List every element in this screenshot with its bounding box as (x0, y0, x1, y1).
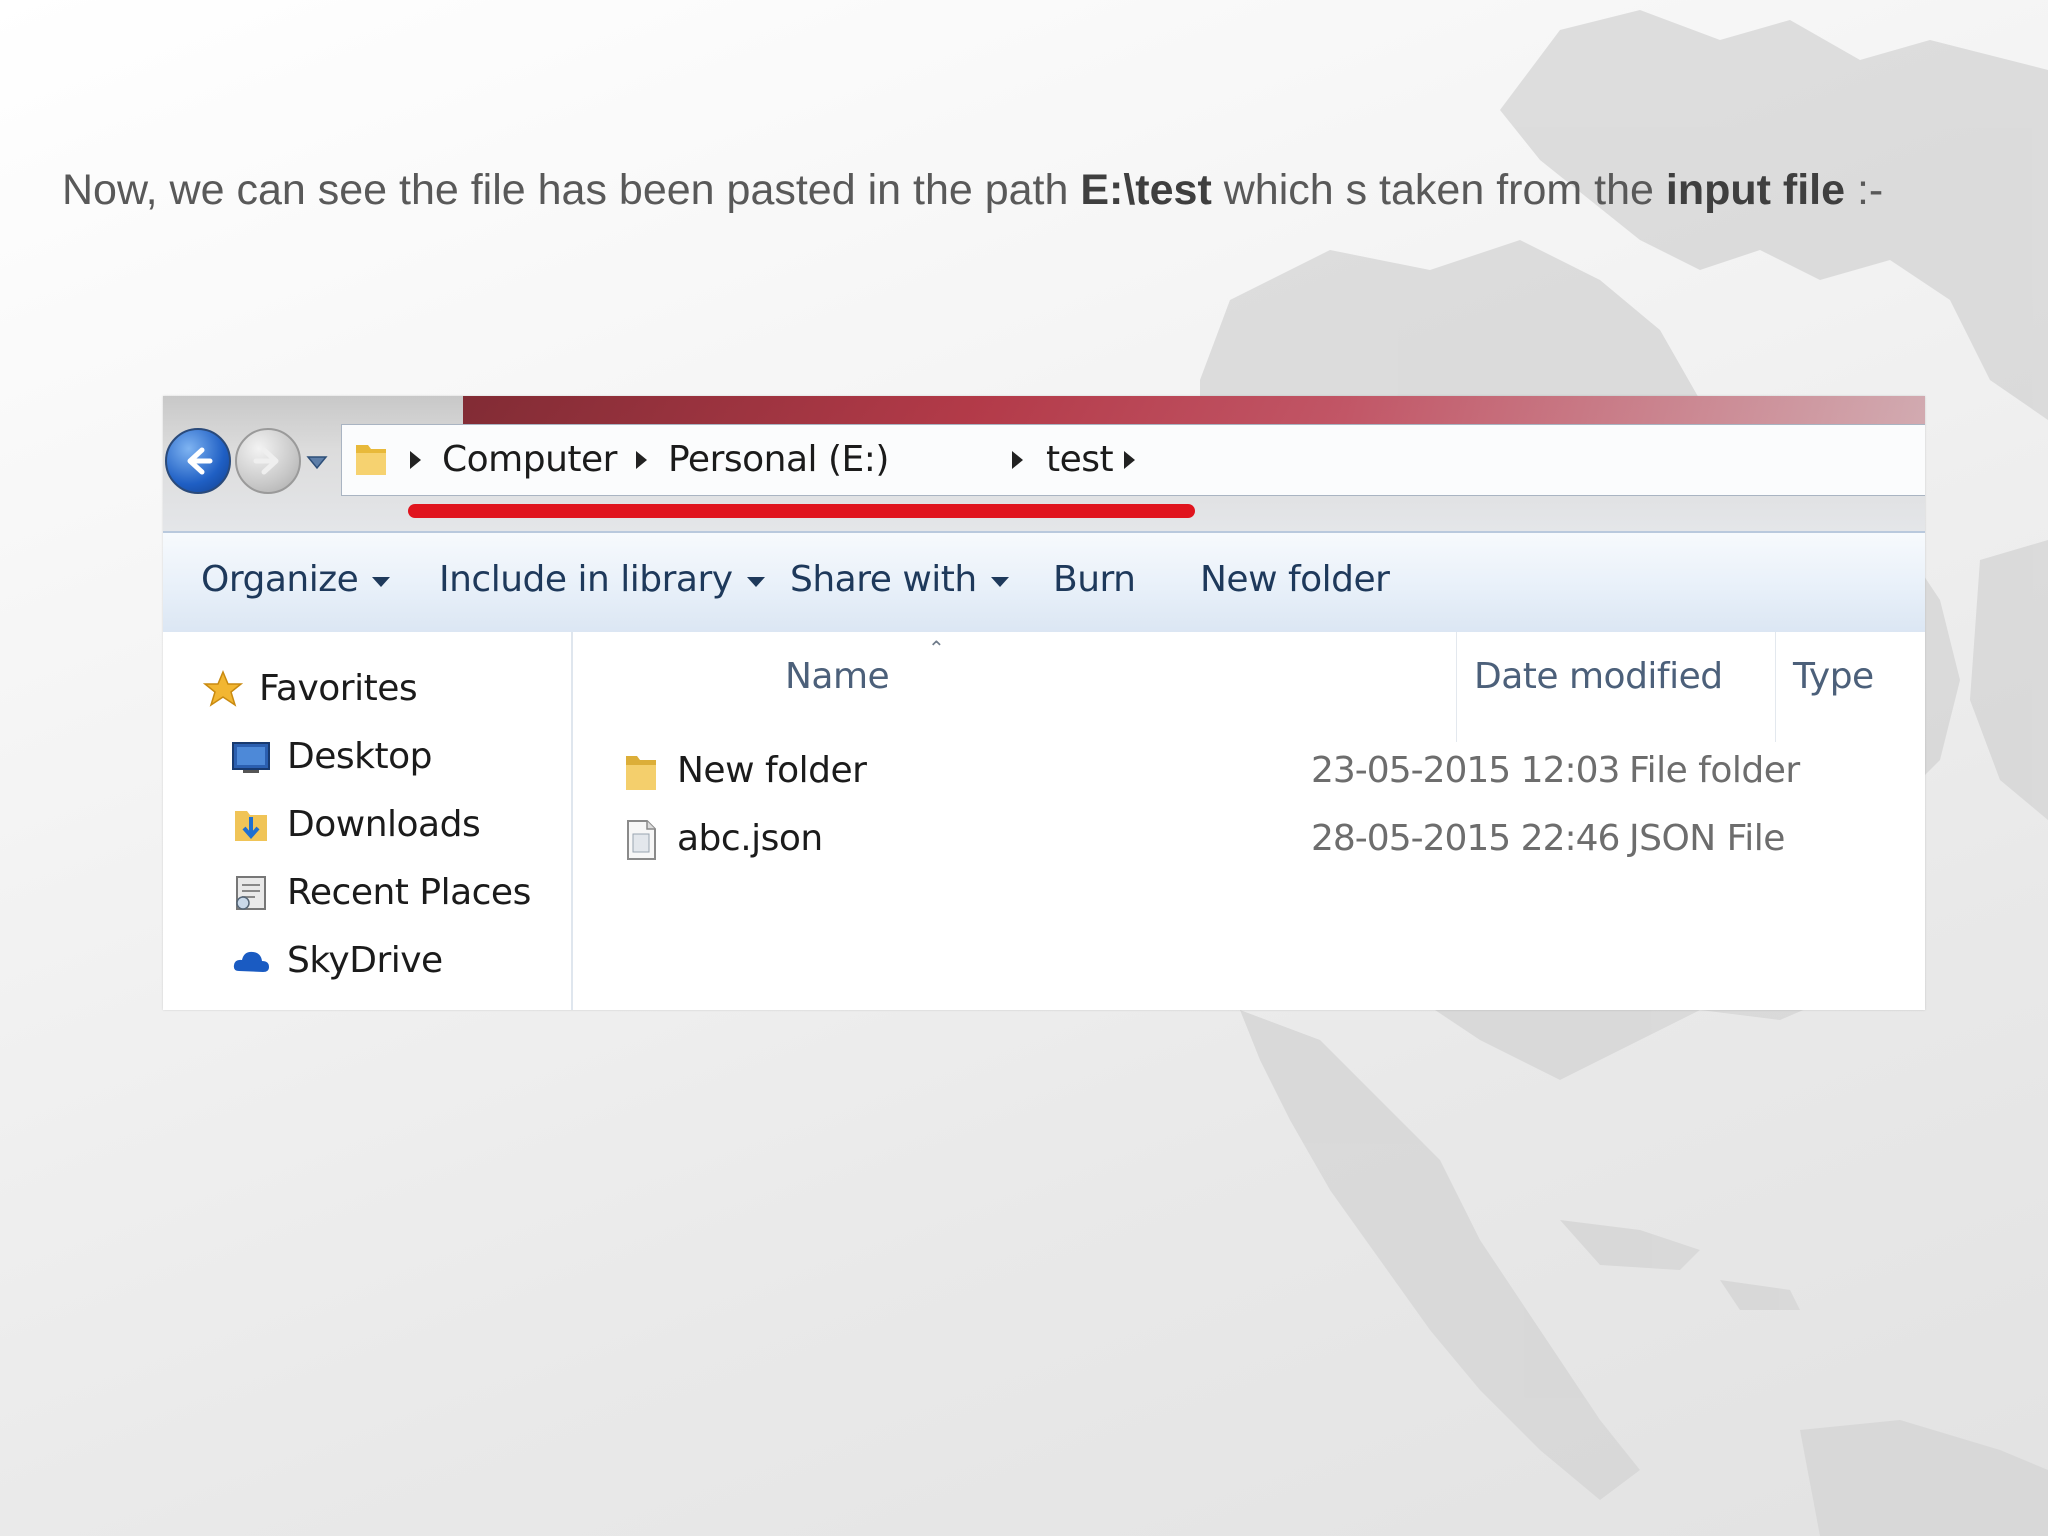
file-type: File folder (1629, 750, 1800, 791)
nav-favorites[interactable]: Favorites (203, 668, 418, 709)
breadcrumb-separator-icon (410, 451, 421, 469)
caption-prefix: Now, we can see the file has been pasted… (62, 166, 1081, 214)
burn-label: Burn (1053, 559, 1136, 600)
breadcrumb-test[interactable]: test (1046, 439, 1114, 480)
caption-suffix: :- (1845, 166, 1884, 214)
nav-skydrive[interactable]: SkyDrive (231, 940, 443, 981)
file-date-modified: 23-05-2015 12:03 (1311, 750, 1620, 791)
cloud-icon (231, 941, 271, 981)
recent-places-icon (231, 873, 271, 913)
sort-ascending-icon: ⌃ (928, 636, 945, 660)
file-list: ⌃ Name Date modified Type New folder 23-… (573, 632, 1925, 1010)
column-divider[interactable] (1456, 632, 1457, 742)
breadcrumb-separator-icon[interactable] (1124, 451, 1135, 469)
include-in-library-menu[interactable]: Include in library (439, 559, 765, 600)
slide-caption: Now, we can see the file has been pasted… (62, 166, 1883, 215)
caption-path: E:\test (1080, 166, 1212, 214)
navigation-pane: Favorites Desktop Downloads Recent Place… (163, 632, 573, 1010)
breadcrumb-separator-icon[interactable] (636, 451, 647, 469)
back-button[interactable] (165, 428, 231, 494)
include-in-library-label: Include in library (439, 559, 733, 600)
recent-pages-dropdown-icon[interactable] (305, 450, 329, 474)
organize-label: Organize (201, 559, 359, 600)
breadcrumb-computer[interactable]: Computer (442, 439, 617, 480)
column-header-name[interactable]: Name (785, 656, 890, 697)
share-with-label: Share with (790, 559, 977, 600)
file-row-abc-json[interactable]: abc.json 28-05-2015 22:46 JSON File (573, 808, 1925, 872)
star-icon (203, 669, 243, 709)
nav-downloads-label: Downloads (287, 804, 481, 845)
back-arrow-icon (187, 447, 213, 475)
nav-skydrive-label: SkyDrive (287, 940, 443, 981)
nav-recent-places[interactable]: Recent Places (231, 872, 531, 913)
column-header-date-modified[interactable]: Date modified (1474, 656, 1723, 697)
file-row-new-folder[interactable]: New folder 23-05-2015 12:03 File folder (573, 740, 1925, 804)
breadcrumb-personal-drive[interactable]: Personal (E:) (668, 439, 889, 480)
new-folder-label: New folder (1200, 559, 1390, 600)
forward-button[interactable] (235, 428, 301, 494)
highlight-underline (408, 504, 1195, 518)
organize-menu[interactable]: Organize (201, 559, 391, 600)
command-toolbar: Organize Include in library Share with B… (163, 531, 1925, 634)
file-type: JSON File (1629, 818, 1785, 859)
desktop-icon (231, 737, 271, 777)
address-bar[interactable]: Computer Personal (E:) test (341, 424, 1925, 496)
file-name: New folder (677, 750, 867, 791)
downloads-icon (231, 805, 271, 845)
file-name: abc.json (677, 818, 823, 859)
nav-downloads[interactable]: Downloads (231, 804, 481, 845)
explorer-window: Computer Personal (E:) test Organize Inc… (163, 396, 1925, 1010)
caption-middle: which s taken from the (1211, 166, 1666, 214)
burn-button[interactable]: Burn (1053, 559, 1136, 600)
nav-desktop-label: Desktop (287, 736, 432, 777)
folder-icon (626, 756, 656, 790)
folder-icon (356, 445, 386, 475)
window-accent-bar (463, 396, 1925, 424)
chevron-down-icon (372, 576, 391, 587)
file-date-modified: 28-05-2015 22:46 (1311, 818, 1620, 859)
new-folder-button[interactable]: New folder (1200, 559, 1390, 600)
explorer-navigation-bar: Computer Personal (E:) test (163, 396, 1925, 531)
breadcrumb-separator-icon[interactable] (1012, 451, 1023, 469)
column-divider[interactable] (1775, 632, 1776, 742)
column-header-type[interactable]: Type (1793, 656, 1874, 697)
chevron-down-icon (746, 576, 765, 587)
share-with-menu[interactable]: Share with (790, 559, 1009, 600)
chevron-down-icon (990, 576, 1009, 587)
nav-favorites-label: Favorites (259, 668, 418, 709)
forward-arrow-icon (253, 447, 279, 475)
nav-recent-places-label: Recent Places (287, 872, 531, 913)
nav-desktop[interactable]: Desktop (231, 736, 432, 777)
file-icon (627, 820, 656, 860)
caption-emphasis: input file (1665, 166, 1846, 214)
